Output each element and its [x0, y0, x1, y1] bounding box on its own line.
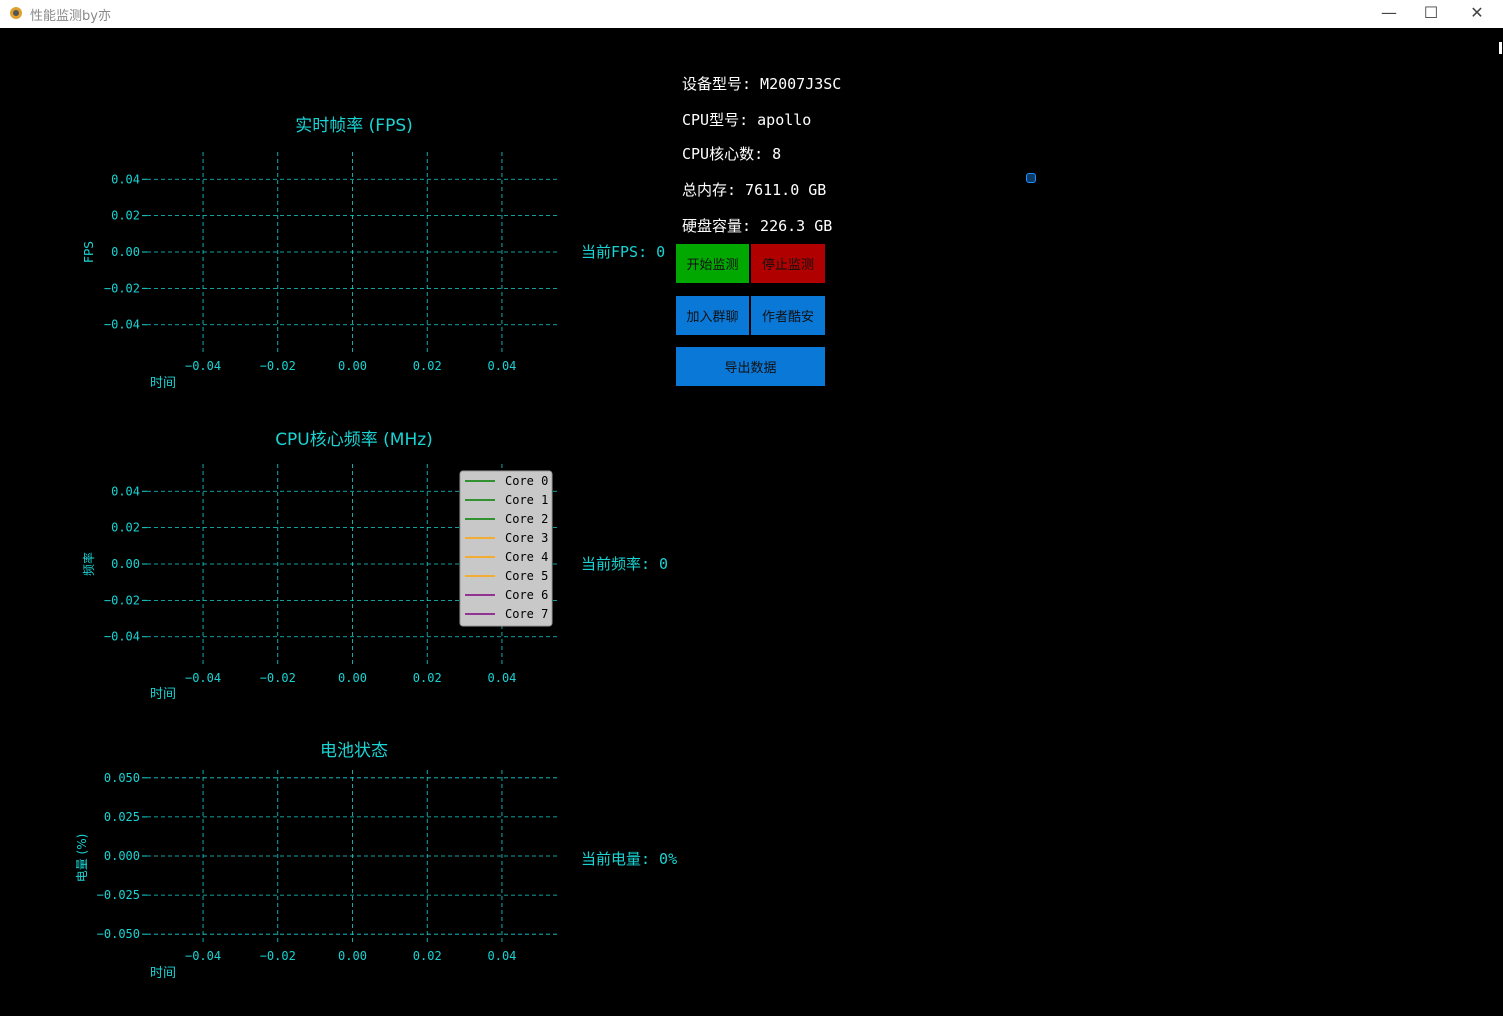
x-axis-label: 时间 [150, 687, 176, 702]
x-tick-label: 0.00 [338, 949, 367, 963]
y-axis-label: FPS [82, 241, 96, 263]
y-tick-label: −0.050 [97, 927, 140, 941]
y-tick-label: 0.02 [111, 209, 140, 223]
x-tick-label: 0.00 [338, 671, 367, 685]
x-tick-label: 0.00 [338, 359, 367, 373]
x-tick-label: 0.04 [488, 949, 517, 963]
x-tick-label: 0.04 [488, 671, 517, 685]
y-tick-label: −0.02 [104, 281, 140, 295]
legend-label: Core 3 [505, 531, 548, 545]
x-axis-label: 时间 [150, 966, 176, 981]
current-battery: 当前电量: 0% [581, 850, 678, 868]
device-model: 设备型号: M2007J3SC [682, 75, 842, 93]
total-memory: 总内存: 7611.0 GB [682, 181, 827, 199]
y-tick-label: −0.02 [104, 593, 140, 607]
y-axis-label: 电量 (%) [75, 834, 89, 883]
current-fps: 当前FPS: 0 [581, 243, 666, 261]
cpu-cores: CPU核心数: 8 [682, 145, 782, 163]
legend-label: Core 0 [505, 474, 548, 488]
stop-monitor-button[interactable]: 停止监测 [751, 244, 825, 283]
legend-label: Core 7 [505, 607, 548, 621]
x-axis-label: 时间 [150, 376, 176, 391]
cpu-model: CPU型号: apollo [682, 111, 812, 129]
slider-handle[interactable] [1026, 173, 1036, 183]
y-tick-label: −0.025 [97, 888, 140, 902]
y-axis-label: 频率 [81, 552, 96, 576]
y-tick-label: 0.00 [111, 557, 140, 571]
x-tick-label: −0.02 [260, 671, 296, 685]
y-tick-label: 0.04 [111, 172, 140, 186]
y-tick-label: 0.04 [111, 484, 140, 498]
x-tick-label: −0.02 [260, 359, 296, 373]
x-tick-label: 0.04 [488, 359, 517, 373]
y-tick-label: 0.050 [104, 771, 140, 785]
export-data-button[interactable]: 导出数据 [676, 347, 825, 386]
x-tick-label: 0.02 [413, 359, 442, 373]
x-tick-label: −0.04 [185, 949, 221, 963]
y-tick-label: −0.04 [104, 630, 140, 644]
legend-label: Core 4 [505, 550, 548, 564]
join-group-button[interactable]: 加入群聊 [676, 296, 749, 335]
author-coolapk-button[interactable]: 作者酷安 [751, 296, 825, 335]
y-tick-label: 0.02 [111, 521, 140, 535]
x-tick-label: 0.02 [413, 949, 442, 963]
disk-capacity: 硬盘容量: 226.3 GB [682, 217, 833, 235]
x-tick-label: −0.02 [260, 949, 296, 963]
legend-label: Core 1 [505, 493, 548, 507]
x-tick-label: −0.04 [185, 671, 221, 685]
start-monitor-button[interactable]: 开始监测 [676, 244, 749, 283]
legend-label: Core 5 [505, 569, 548, 583]
legend-label: Core 2 [505, 512, 548, 526]
legend-label: Core 6 [505, 588, 548, 602]
x-tick-label: −0.04 [185, 359, 221, 373]
current-frequency: 当前频率: 0 [581, 555, 669, 573]
x-tick-label: 0.02 [413, 671, 442, 685]
y-tick-label: 0.025 [104, 810, 140, 824]
y-tick-label: 0.000 [104, 849, 140, 863]
y-tick-label: −0.04 [104, 318, 140, 332]
y-tick-label: 0.00 [111, 245, 140, 259]
